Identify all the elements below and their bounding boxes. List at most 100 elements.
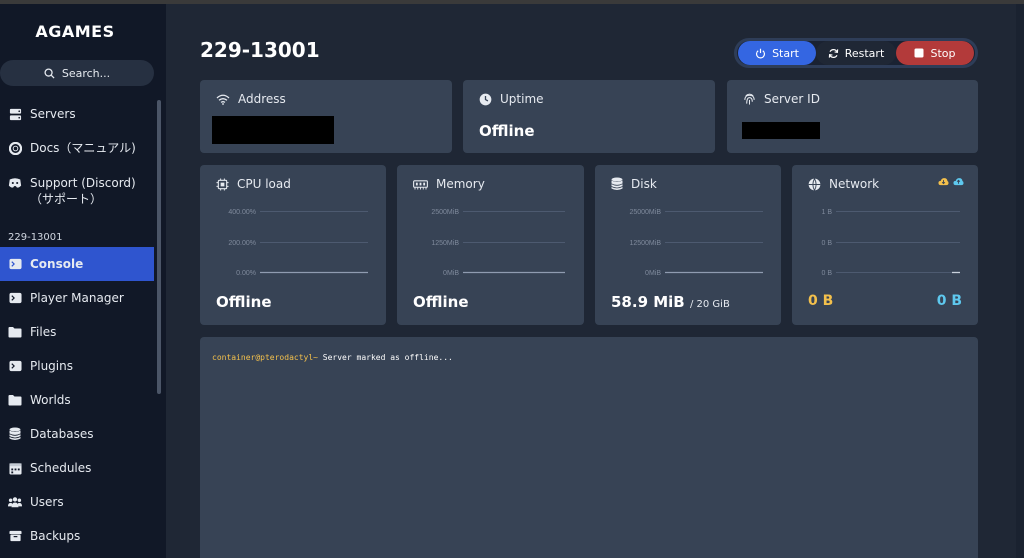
network-legend (938, 177, 964, 186)
network-tick-top: 1 B (821, 209, 832, 216)
sidebar-item-plugins[interactable]: Plugins (0, 358, 154, 374)
disk-tick-bottom: 0MiB (645, 270, 661, 277)
console-terminal[interactable]: container@pterodactyl~ Server marked as … (200, 337, 978, 558)
folder-icon (8, 324, 22, 340)
restart-label: Restart (844, 46, 885, 60)
sidebar-item-label: Users (30, 495, 64, 509)
memory-tick-bottom: 0MiB (443, 270, 459, 277)
stop-icon (914, 48, 924, 58)
cpu-card: CPU load 400.00% 200.00% 0.00% Offline (200, 165, 386, 325)
lifebuoy-icon (8, 140, 22, 156)
memory-heading: Memory (413, 177, 485, 191)
sidebar-item-console[interactable]: Console (0, 247, 154, 281)
sidebar-item-label: Player Manager (30, 291, 124, 305)
disk-card: Disk 25000MiB 12500MiB 0MiB 58.9 MiB / 2… (595, 165, 781, 325)
sidebar-item-label: Servers (30, 107, 76, 121)
power-icon (756, 48, 766, 58)
disk-heading: Disk (611, 177, 657, 191)
sidebar-item-label: Databases (30, 427, 94, 441)
stop-label: Stop (930, 46, 956, 60)
cpu-heading: CPU load (216, 177, 291, 191)
servers-icon (8, 106, 22, 122)
page-title: 229-13001 (200, 38, 320, 62)
users-icon (8, 494, 22, 510)
restart-button[interactable]: Restart (816, 41, 896, 65)
network-tick-mid: 0 B (821, 240, 832, 247)
sidebar-item-label: Plugins (30, 359, 73, 373)
sidebar-item-backups[interactable]: Backups (0, 528, 154, 544)
console-message: Server marked as offline... (317, 353, 453, 362)
sidebar-item-docs[interactable]: Docs（マニュアル) (0, 140, 154, 156)
sidebar-item-databases[interactable]: Databases (0, 426, 154, 442)
sidebar-item-label: Files (30, 325, 57, 339)
sidebar-item-label: Docs（マニュアル) (30, 141, 136, 155)
main-content: 229-13001 Start Restart Stop Address Upt… (166, 4, 1016, 558)
cpu-tick-bottom: 0.00% (236, 270, 256, 277)
brand-logo[interactable]: AGAMES (0, 22, 150, 41)
globe-icon (808, 177, 821, 191)
cpu-value: Offline (216, 293, 272, 311)
terminal-icon (8, 290, 22, 306)
page-right-edge (1016, 4, 1024, 558)
sidebar-item-worlds[interactable]: Worlds (0, 392, 154, 408)
start-label: Start (772, 46, 799, 60)
memory-card: Memory 2500MiB 1250MiB 0MiB Offline (397, 165, 584, 325)
sidebar-item-schedules[interactable]: Schedules (0, 460, 154, 476)
network-tick-bottom: 0 B (821, 270, 832, 277)
disk-limit: / 20 GiB (689, 299, 730, 310)
sidebar-item-users[interactable]: Users (0, 494, 154, 510)
stop-button[interactable]: Stop (896, 41, 974, 65)
uptime-card: Uptime Offline (463, 80, 715, 153)
search-label: Search... (61, 66, 111, 80)
archive-icon (8, 528, 22, 544)
uptime-heading: Uptime (479, 92, 544, 106)
server-id-heading: Server ID (743, 92, 820, 106)
uptime-value: Offline (479, 122, 535, 140)
server-section-label: 229-13001 (8, 232, 63, 243)
terminal-icon (8, 256, 22, 272)
cpu-tick-top: 400.00% (228, 209, 256, 216)
cpu-tick-mid: 200.00% (228, 240, 256, 247)
network-heading: Network (808, 177, 879, 191)
database-icon (8, 426, 22, 442)
fingerprint-icon (744, 93, 755, 105)
sidebar-item-label: Backups (30, 529, 81, 543)
memory-tick-mid: 1250MiB (431, 240, 459, 247)
power-controls: Start Restart Stop (734, 38, 978, 68)
sidebar-item-label: Schedules (30, 461, 92, 475)
network-label: Network (829, 177, 880, 191)
sidebar-item-player-manager[interactable]: Player Manager (0, 290, 154, 306)
network-out-value: 0 B (936, 293, 962, 309)
cloud-download-icon (938, 178, 949, 186)
sidebar-item-label: Console (30, 257, 84, 271)
server-id-value-redacted (742, 122, 820, 139)
memory-icon (413, 179, 428, 190)
sidebar-scrollbar[interactable] (157, 100, 161, 394)
cloud-upload-icon (953, 178, 964, 186)
start-button[interactable]: Start (738, 41, 816, 65)
console-prompt: container@pterodactyl~ (212, 353, 318, 362)
folder-icon (8, 392, 22, 408)
discord-icon (8, 175, 22, 191)
network-values: 0 B 0 B (808, 293, 962, 309)
address-heading: Address (216, 92, 286, 106)
wifi-icon (216, 94, 230, 105)
restart-icon (828, 48, 838, 58)
disk-value: 58.9 MiB (611, 293, 685, 311)
memory-value: Offline (413, 293, 469, 311)
search-button[interactable]: Search... (0, 60, 154, 86)
network-chart: 1 B 0 B 0 B (821, 209, 960, 277)
cpu-chart: 400.00% 200.00% 0.00% (228, 209, 368, 277)
server-id-card: Server ID (727, 80, 978, 153)
sidebar-item-label: Support (Discord)（サポート） (30, 176, 136, 206)
disk-chart: 25000MiB 12500MiB 0MiB (629, 209, 763, 277)
sidebar-item-files[interactable]: Files (0, 324, 154, 340)
disk-label: Disk (631, 177, 657, 191)
sidebar-item-support[interactable]: Support (Discord)（サポート） (0, 175, 154, 207)
terminal-icon (8, 358, 22, 374)
memory-tick-top: 2500MiB (431, 209, 459, 216)
sidebar-item-servers[interactable]: Servers (0, 106, 154, 122)
disk-value-group: 58.9 MiB / 20 GiB (611, 293, 730, 311)
cpu-icon (216, 177, 229, 191)
calendar-icon (8, 460, 22, 476)
